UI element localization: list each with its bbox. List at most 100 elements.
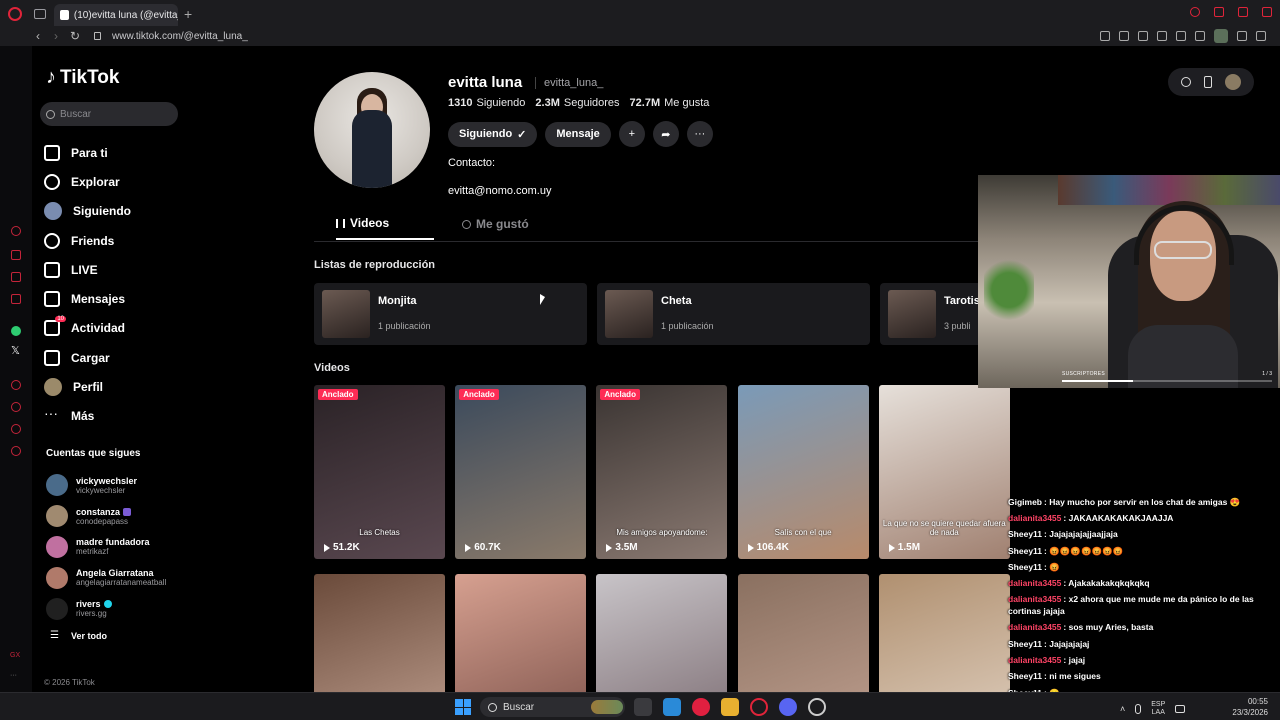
following-stat[interactable]: 1310 Siguiendo (448, 97, 525, 109)
playlist-card[interactable]: Tarotis 3 publi (880, 283, 978, 345)
following-account[interactable]: constanza conodepapass (46, 501, 166, 532)
taskbar-search[interactable]: Buscar (480, 697, 625, 717)
account-name: rivers (76, 599, 112, 609)
reload-button[interactable]: ↻ (70, 29, 80, 43)
see-all-button[interactable]: ☰ Ver todo (50, 630, 107, 641)
video-card[interactable]: Anclado 60.7K (455, 385, 587, 559)
network-volume-icon[interactable] (1175, 705, 1186, 713)
shopping-icon[interactable] (11, 250, 21, 260)
search-input[interactable]: Buscar (40, 102, 178, 126)
windows-start-icon[interactable] (455, 699, 471, 715)
account-names: constanza conodepapass (76, 507, 132, 526)
nav-item-cargar[interactable]: Cargar (44, 343, 131, 372)
more-dots-icon[interactable]: ··· (10, 672, 17, 679)
view-count: 51.2K (333, 542, 360, 553)
menu-icon[interactable] (1256, 31, 1266, 41)
playlist-card[interactable]: Cheta 1 publicación (597, 283, 870, 345)
whatsapp-icon[interactable] (11, 326, 21, 336)
nav-item-mas[interactable]: ··· Más (44, 402, 131, 431)
account-name-text: vickywechsler (76, 475, 138, 486)
search-tabs-icon[interactable] (1190, 7, 1200, 17)
video-card[interactable]: La que no se quiere quedar afuera de nad… (878, 385, 1010, 559)
opera-logo-icon[interactable] (8, 7, 22, 21)
heart-icon[interactable] (1195, 31, 1205, 41)
nav-item-explorar[interactable]: Explorar (44, 167, 131, 196)
aria-icon[interactable] (11, 226, 21, 236)
forward-button[interactable]: › (54, 29, 58, 43)
file-explorer-icon[interactable] (721, 698, 739, 716)
home-icon (44, 144, 60, 161)
tab-overview-icon[interactable] (34, 9, 46, 19)
chat-text: Ajakakakakqkqkqkq (1068, 578, 1150, 589)
pin-icon[interactable] (1100, 31, 1110, 41)
minimize-button[interactable] (1214, 7, 1224, 17)
video-views: 51.2K (324, 542, 360, 553)
x-twitter-icon[interactable]: 𝕏 (11, 346, 21, 357)
language-indicator[interactable]: ESP LAA (1151, 701, 1165, 717)
messenger-icon[interactable] (11, 272, 21, 282)
profile-avatar[interactable] (314, 72, 430, 188)
following-button[interactable]: Siguiendo ✓ (448, 121, 538, 147)
nav-item-actividad[interactable]: 10 Actividad (44, 314, 131, 343)
obs-icon[interactable] (808, 698, 826, 716)
video-card[interactable]: Salís con el que 106.4K (737, 385, 869, 559)
share-button[interactable]: ➦ (652, 121, 679, 147)
task-view-icon[interactable] (634, 698, 652, 716)
pinterest-icon[interactable] (692, 698, 710, 716)
close-window-button[interactable] (1262, 7, 1272, 17)
url-field[interactable]: www.tiktok.com/@evitta_luna_ (112, 31, 248, 42)
add-friend-button[interactable]: + (618, 121, 645, 147)
videos-title: Videos (314, 362, 350, 374)
following-account[interactable]: rivers rivers.gg (46, 593, 166, 624)
video-card[interactable]: Anclado Las Chetas 51.2K (314, 385, 445, 559)
following-account[interactable]: vickywechsler vickywechsler (46, 470, 166, 501)
nav-item-live[interactable]: LIVE (44, 255, 131, 284)
nav-label: Cargar (71, 350, 110, 365)
discord-icon[interactable] (779, 698, 797, 716)
snapshot-icon[interactable] (1119, 31, 1129, 41)
opera-gx-icon[interactable] (750, 698, 768, 716)
add-user-icon: + (628, 128, 636, 140)
user-avatar-icon[interactable] (1225, 74, 1242, 90)
device-icon[interactable] (1203, 76, 1212, 88)
new-tab-button[interactable]: + (184, 6, 192, 22)
more-options-button[interactable]: ··· (686, 121, 713, 147)
tab-videos[interactable]: Videos (336, 216, 434, 240)
nav-label: Mensajes (71, 292, 126, 307)
pinboard-icon[interactable] (11, 424, 21, 434)
music-icon[interactable] (11, 294, 21, 304)
profile-avatar-icon[interactable] (1214, 29, 1228, 43)
nav-item-siguiendo[interactable]: Siguiendo (44, 197, 131, 226)
tab-liked[interactable]: Me gustó (462, 216, 529, 240)
tiktok-logo[interactable]: ♪ TikTok (46, 66, 119, 89)
player-icon[interactable] (11, 380, 21, 390)
coin-icon[interactable] (1180, 77, 1191, 87)
top-right-toolbar (1168, 68, 1254, 96)
back-button[interactable]: ‹ (36, 29, 40, 43)
store-icon[interactable] (663, 698, 681, 716)
play-icon[interactable] (1176, 31, 1186, 41)
settings-icon[interactable] (11, 446, 21, 456)
followers-stat[interactable]: 2.3M Seguidores (535, 97, 619, 109)
nav-item-perfil[interactable]: Perfil (44, 372, 131, 401)
chat-text: 😡😡😡😡😡😡😡 (1049, 545, 1124, 556)
following-account[interactable]: madre fundadora metrikazf (46, 532, 166, 563)
following-account[interactable]: Angela Giarratana angelagiarratanameatbal… (46, 562, 166, 593)
playlist-count: 3 publi (944, 321, 971, 331)
shield-icon[interactable] (1138, 31, 1148, 41)
history-icon[interactable] (11, 402, 21, 412)
browser-tab[interactable]: (10)evitta luna (@evitta_lu (54, 4, 178, 26)
message-button[interactable]: Mensaje (545, 121, 611, 147)
maximize-button[interactable] (1238, 7, 1248, 17)
tray-chevron-icon[interactable]: ˄ (1120, 704, 1125, 714)
download-icon[interactable] (1237, 31, 1247, 41)
nav-item-para-ti[interactable]: Para ti (44, 138, 131, 167)
nav-item-friends[interactable]: Friends (44, 226, 131, 255)
translate-icon[interactable] (1157, 31, 1167, 41)
nav-item-mensajes[interactable]: Mensajes (44, 284, 131, 313)
mouse-cursor-icon (540, 294, 545, 305)
video-card[interactable]: Anclado Mis amigos apoyandome: 3.5M (596, 385, 728, 559)
playlist-card[interactable]: Monjita 1 publicación (314, 283, 587, 345)
microphone-icon[interactable] (1135, 704, 1142, 714)
taskbar-clock[interactable]: 00:55 23/3/2026 (1232, 696, 1268, 718)
